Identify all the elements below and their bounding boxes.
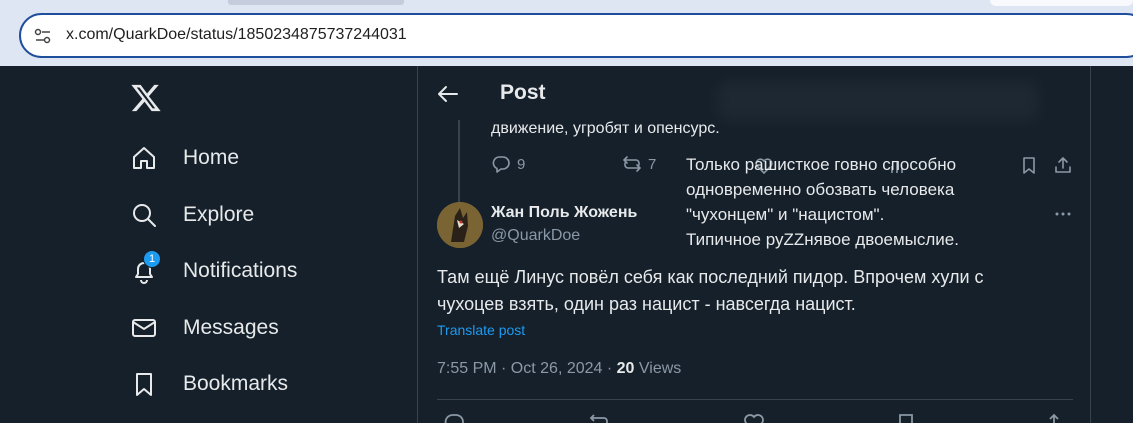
display-name[interactable]: Жан Поль Жожень xyxy=(491,204,637,222)
post-action-bar xyxy=(437,412,1077,423)
divider xyxy=(437,399,1073,400)
avatar-image xyxy=(437,202,483,248)
home-icon xyxy=(133,147,155,169)
bookmark-icon xyxy=(136,373,152,396)
overlay-note-line: одновременно обозвать человека xyxy=(686,180,955,199)
right-edge xyxy=(1126,66,1133,423)
user-handle[interactable]: @QuarkDoe xyxy=(491,227,580,245)
back-arrow-icon[interactable] xyxy=(437,83,459,105)
repost-button[interactable]: 7 xyxy=(622,154,656,174)
reply-icon[interactable] xyxy=(443,412,465,423)
overlay-note-line: "чухонцем" и "нацистом". xyxy=(686,205,885,224)
post-text-line: чухоцев взять, один раз нацист - навсегд… xyxy=(437,294,856,314)
main-column: Post движение, угробят и опенсурс. 9 7 Т… xyxy=(417,66,1091,423)
sidebar-item-explore[interactable]: Explore xyxy=(130,195,254,235)
sidebar-item-bookmarks[interactable]: Bookmarks xyxy=(130,364,288,404)
sidebar-item-messages[interactable]: Messages xyxy=(130,308,279,348)
page-title: Post xyxy=(500,81,546,104)
bookmark-icon[interactable] xyxy=(895,412,917,423)
active-tab-indicator[interactable] xyxy=(228,0,404,5)
share-icon[interactable] xyxy=(1043,412,1065,423)
views-count: 20 xyxy=(616,360,635,377)
x-app: Home Explore 1 Notifications Messages Bo… xyxy=(0,66,1133,423)
sidebar-item-label: Notifications xyxy=(183,259,298,282)
reply-button[interactable]: 9 xyxy=(491,154,525,174)
previous-post-text: движение, угробят и опенсурс. xyxy=(491,120,720,137)
x-logo-icon[interactable] xyxy=(130,82,162,114)
post-header: Post xyxy=(418,66,1090,120)
avatar[interactable] xyxy=(437,202,483,248)
address-bar[interactable]: x.com/QuarkDoe/status/185023487573724403… xyxy=(19,13,1133,58)
thread-line xyxy=(458,120,460,202)
sidebar-nav: Home Explore 1 Notifications Messages Bo… xyxy=(120,66,410,423)
overlay-note-line: Только рашисткое говно способно xyxy=(686,155,957,174)
translate-post-link[interactable]: Translate post xyxy=(437,322,525,338)
post-timestamp[interactable]: 7:55 PM · Oct 26, 2024 · xyxy=(437,360,617,377)
overlay-note: Только рашисткое говно способно одноврем… xyxy=(686,152,1006,252)
more-options-icon[interactable] xyxy=(1053,206,1073,222)
sidebar-item-label: Bookmarks xyxy=(183,372,289,395)
repost-icon xyxy=(622,156,642,172)
sidebar-item-notifications[interactable]: 1 Notifications xyxy=(130,250,298,291)
bookmark-icon[interactable] xyxy=(1019,155,1039,175)
repost-icon[interactable] xyxy=(589,412,611,423)
share-icon[interactable] xyxy=(1053,155,1073,175)
sidebar-item-label: Explore xyxy=(183,203,255,226)
views-label: Views xyxy=(634,360,682,377)
sidebar-item-label: Messages xyxy=(183,316,279,339)
envelope-icon xyxy=(132,319,156,337)
search-icon xyxy=(133,204,156,227)
url-text[interactable]: x.com/QuarkDoe/status/185023487573724403… xyxy=(66,26,407,44)
sidebar-item-label: Home xyxy=(183,146,240,169)
post-text-line: Там ещё Линус повёл себя как последний п… xyxy=(437,267,984,287)
bell-icon-wrap: 1 xyxy=(130,250,161,285)
sidebar-item-home[interactable]: Home xyxy=(130,138,239,178)
site-info-icon[interactable] xyxy=(34,27,52,45)
post-meta: 7:55 PM · Oct 26, 2024 · 20 Views xyxy=(437,360,681,378)
browser-tab[interactable] xyxy=(990,0,1133,6)
reply-count: 9 xyxy=(517,155,526,173)
overlay-note-line: Типичное руZZнявое двоемыслие. xyxy=(686,230,959,249)
like-icon[interactable] xyxy=(743,412,765,423)
reply-icon xyxy=(492,156,510,173)
post-text: Там ещё Линус повёл себя как последний п… xyxy=(437,264,1037,318)
notification-badge: 1 xyxy=(143,250,161,268)
header-blur xyxy=(718,82,1038,120)
repost-count: 7 xyxy=(648,155,657,173)
browser-chrome: x.com/QuarkDoe/status/185023487573724403… xyxy=(0,0,1133,66)
